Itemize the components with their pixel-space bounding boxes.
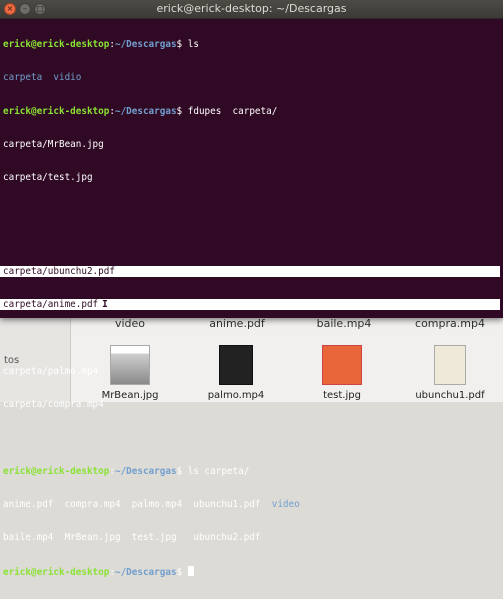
prompt-path: ~/Descargas: [114, 465, 177, 477]
terminal-line: carpeta/palmo.mp4: [3, 366, 503, 377]
terminal-line: erick@erick-desktop:~/Descargas$ ls carp…: [3, 465, 250, 477]
terminal-line-empty: [3, 432, 503, 443]
output-text: carpeta/test.jpg: [3, 172, 93, 184]
prompt-user: erick@erick-desktop: [3, 566, 110, 578]
output-file: anime.pdf: [3, 499, 54, 511]
output-file: ubunchu1.pdf: [193, 499, 261, 511]
terminal-output[interactable]: erick@erick-desktop:~/Descargas$ ls carp…: [0, 17, 503, 599]
terminal-line: baile.mp4 MrBean.jpg test.jpg ubunchu2.p…: [3, 532, 503, 543]
terminal-gap: [3, 239, 503, 244]
output-text: carpeta/anime.pdf: [3, 299, 99, 311]
output-file: compra.mp4: [64, 499, 121, 511]
output-text: carpeta/ubunchu2.pdf: [3, 266, 115, 278]
output-dir: vidio: [53, 72, 82, 84]
terminal-cursor: [187, 565, 194, 576]
output-file: test.jpg: [131, 532, 177, 544]
prompt-path: ~/Descargas: [114, 39, 177, 51]
prompt-path: ~/Descargas: [114, 566, 177, 578]
output-file: ubunchu2.pdf: [193, 532, 261, 544]
output-text: carpeta/compra.mp4: [3, 399, 104, 411]
command-text: fdupes carpeta/: [182, 105, 278, 117]
terminal-window: × – □ erick@erick-desktop: ~/Descargas e…: [0, 0, 503, 578]
terminal-line-empty: [3, 206, 503, 217]
terminal-line-selected: carpeta/anime.pdf I: [0, 299, 500, 311]
output-file: baile.mp4: [3, 532, 54, 544]
output-dir: carpeta: [3, 72, 43, 84]
prompt-user: erick@erick-desktop: [3, 465, 110, 477]
text-cursor-icon: I: [102, 299, 108, 311]
terminal-line: carpeta/test.jpg: [3, 172, 503, 183]
output-text: carpeta/palmo.mp4: [3, 365, 99, 377]
output-file: MrBean.jpg: [64, 532, 121, 544]
prompt-path: ~/Descargas: [114, 105, 177, 117]
prompt-user: erick@erick-desktop: [3, 105, 110, 117]
terminal-line: erick@erick-desktop:~/Descargas$: [3, 565, 503, 578]
prompt-user: erick@erick-desktop: [3, 39, 110, 51]
terminal-line: anime.pdf compra.mp4 palmo.mp4 ubunchu1.…: [3, 499, 503, 510]
terminal-line: erick@erick-desktop:~/Descargas$ fdupes …: [3, 105, 278, 117]
terminal-line: erick@erick-desktop:~/Descargas$ ls: [3, 39, 199, 51]
terminal-line: carpeta/compra.mp4: [3, 399, 503, 410]
command-text: ls: [182, 39, 199, 51]
window-title: erick@erick-desktop: ~/Descargas: [156, 2, 347, 15]
terminal-line-empty: [3, 333, 503, 344]
terminal-line: carpeta vidio: [3, 72, 503, 83]
terminal-line: carpeta/MrBean.jpg: [3, 139, 503, 150]
command-text: ls carpeta/: [182, 465, 250, 477]
output-text: carpeta/MrBean.jpg: [3, 139, 104, 151]
terminal-line-selected: carpeta/ubunchu2.pdf: [0, 266, 500, 278]
output-dir: video: [271, 499, 300, 511]
output-file: palmo.mp4: [131, 499, 183, 511]
